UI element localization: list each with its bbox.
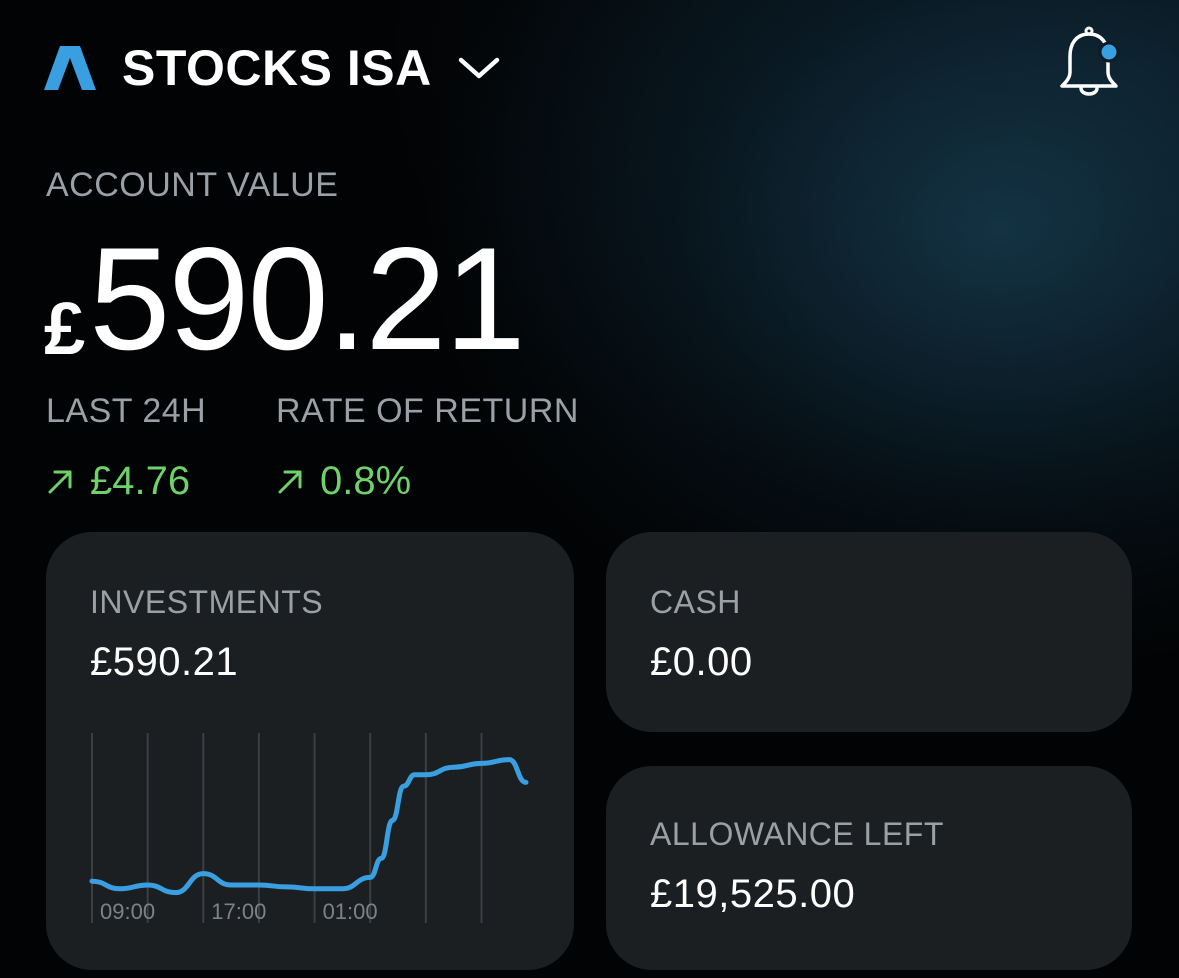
account-selector[interactable]: STOCKS ISA bbox=[122, 39, 500, 97]
allowance-label: ALLOWANCE LEFT bbox=[650, 816, 944, 852]
account-currency: £ bbox=[44, 287, 86, 370]
investments-chart: 09:00 17:00 01:00 bbox=[89, 733, 529, 924]
cash-card[interactable]: CASH £0.00 bbox=[606, 532, 1132, 732]
stat-value: 0.8% bbox=[276, 459, 579, 504]
series-line bbox=[89, 757, 529, 896]
stat-value-text: £4.76 bbox=[90, 459, 191, 503]
arrow-up-right-icon bbox=[48, 470, 72, 493]
account-value-label: ACCOUNT VALUE bbox=[46, 166, 339, 204]
x-tick-label: 01:00 bbox=[323, 899, 378, 924]
triangle-a-logo bbox=[44, 46, 96, 90]
investments-value: £590.21 bbox=[90, 640, 239, 684]
stat-value-text: 0.8% bbox=[320, 459, 412, 503]
allowance-value: £19,525.00 bbox=[650, 872, 856, 916]
bell-icon[interactable] bbox=[1054, 26, 1124, 104]
chevron-down-icon bbox=[458, 57, 499, 79]
notification-dot bbox=[1098, 41, 1120, 63]
arrow-up-right-icon bbox=[278, 470, 302, 493]
account-value: £ 590.21 bbox=[44, 217, 526, 380]
cash-value: £0.00 bbox=[650, 640, 753, 684]
investments-label: INVESTMENTS bbox=[90, 584, 324, 620]
x-tick-label: 09:00 bbox=[100, 899, 155, 924]
allowance-card[interactable]: ALLOWANCE LEFT £19,525.00 bbox=[606, 766, 1132, 970]
header: STOCKS ISA bbox=[44, 38, 500, 98]
stat-last-24h: LAST 24H £4.76 bbox=[46, 392, 206, 504]
stat-label: LAST 24H bbox=[46, 392, 207, 430]
stat-label: RATE OF RETURN bbox=[276, 392, 579, 430]
stat-value: £4.76 bbox=[46, 459, 206, 504]
account-amount: 590.21 bbox=[89, 217, 526, 380]
cash-label: CASH bbox=[650, 584, 741, 620]
x-tick-label: 17:00 bbox=[211, 899, 266, 924]
account-title: STOCKS ISA bbox=[122, 40, 432, 96]
stat-rate-of-return: RATE OF RETURN 0.8% bbox=[276, 392, 579, 504]
